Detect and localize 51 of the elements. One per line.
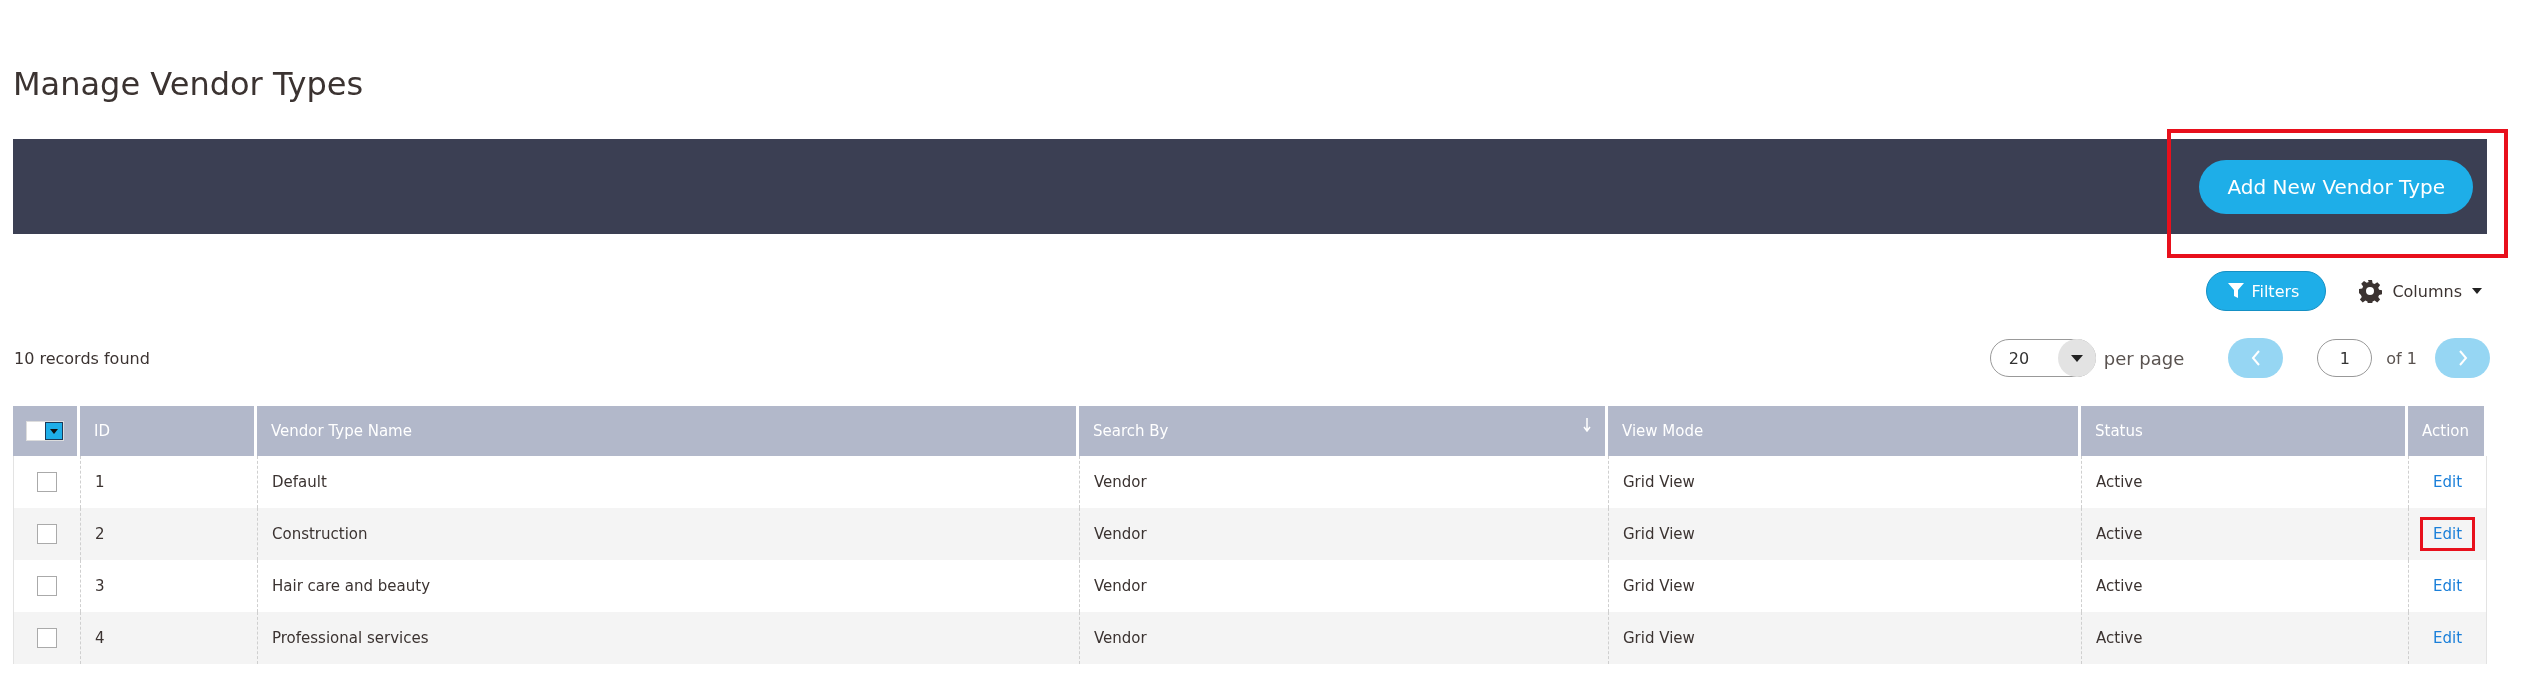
column-header[interactable]: Status	[2081, 406, 2408, 456]
column-header[interactable]: ID	[80, 406, 257, 456]
next-page-button[interactable]	[2435, 338, 2490, 378]
column-header[interactable]: View Mode	[1608, 406, 2081, 456]
table-cell: Vendor	[1094, 577, 1147, 595]
filters-button[interactable]: Filters	[2206, 271, 2327, 311]
chevron-left-icon	[2250, 350, 2261, 366]
table-cell: Grid View	[1623, 525, 1695, 543]
caret-icon	[2070, 354, 2083, 362]
table-cell: Construction	[272, 525, 368, 543]
table-cell: Vendor	[1094, 629, 1147, 647]
table-cell: Grid View	[1623, 629, 1695, 647]
previous-page-button[interactable]	[2228, 338, 2284, 378]
filter-icon	[2227, 282, 2246, 300]
table-cell: Grid View	[1623, 473, 1695, 491]
records-count: 10 records found	[14, 348, 150, 368]
page-title: Manage Vendor Types	[13, 64, 364, 104]
caret-icon	[2472, 288, 2482, 294]
columns-menu[interactable]: Columns	[2358, 279, 2482, 303]
table-cell: 4	[95, 629, 105, 647]
table-cell: Active	[2096, 629, 2143, 647]
edit-link[interactable]: Edit	[2419, 517, 2476, 551]
column-header[interactable]: Vendor Type Name	[257, 406, 1079, 456]
edit-link[interactable]: Edit	[2419, 569, 2476, 603]
settings-icon	[2358, 279, 2383, 303]
table-cell: 3	[95, 577, 105, 595]
table-cell: Default	[272, 473, 327, 491]
row-checkbox[interactable]	[37, 524, 57, 544]
table-cell: Active	[2096, 525, 2143, 543]
table-cell: Active	[2096, 473, 2143, 491]
table-cell: Vendor	[1094, 525, 1147, 543]
add-vendor-type-button[interactable]: Add New Vendor Type	[2199, 159, 2473, 214]
row-checkbox[interactable]	[37, 576, 57, 596]
page-total: of 1	[2386, 348, 2417, 368]
table-cell: Active	[2096, 577, 2143, 595]
table-cell: Grid View	[1623, 577, 1695, 595]
select-all-checkbox[interactable]	[26, 421, 64, 441]
table-cell: Hair care and beauty	[272, 577, 431, 595]
table-cell: 1	[95, 473, 105, 491]
table-cell: Vendor	[1094, 473, 1147, 491]
caret-icon	[50, 428, 58, 434]
table-cell: 2	[95, 525, 105, 543]
edit-link[interactable]: Edit	[2419, 465, 2476, 499]
column-header[interactable]: Action	[2408, 406, 2487, 456]
row-checkbox[interactable]	[37, 472, 57, 492]
chevron-right-icon	[2457, 350, 2468, 366]
sort-arrow-icon	[1583, 418, 1591, 432]
table-cell: Professional services	[272, 629, 429, 647]
row-checkbox[interactable]	[37, 628, 57, 648]
column-header[interactable]: Search By	[1079, 406, 1608, 456]
per-page-label: per page	[2103, 347, 2185, 369]
